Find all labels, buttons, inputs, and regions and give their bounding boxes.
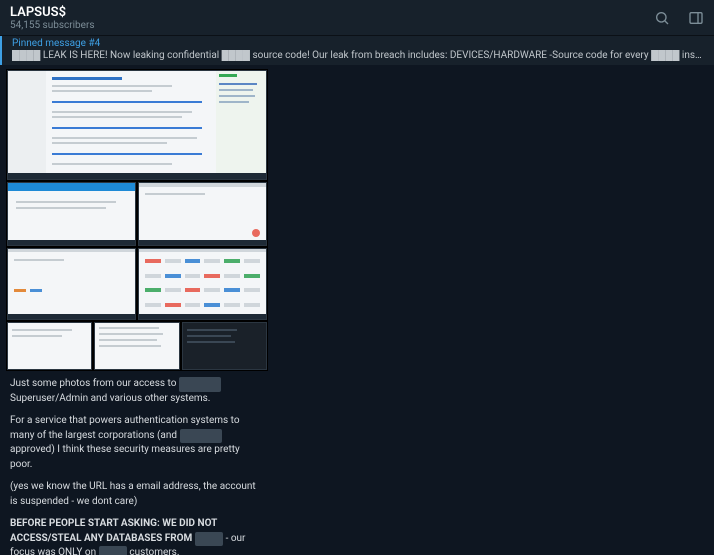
header-actions <box>654 10 704 26</box>
message-body: Just some photos from our access to ████… <box>6 371 268 555</box>
screenshot-thumbnail[interactable] <box>7 248 136 320</box>
header-title-block[interactable]: LAPSUS$ 54,155 subscribers <box>10 5 654 31</box>
subscriber-count: 54,155 subscribers <box>10 20 654 31</box>
media-gallery <box>6 69 268 371</box>
message-paragraph: For a service that powers authentication… <box>10 414 264 472</box>
search-icon[interactable] <box>654 10 670 26</box>
screenshot-thumbnail[interactable] <box>182 322 267 370</box>
screenshot-thumbnail[interactable] <box>138 248 267 320</box>
screenshot-thumbnail[interactable] <box>138 182 267 246</box>
pinned-message[interactable]: Pinned message #4 ████ LEAK IS HERE! Now… <box>0 36 714 65</box>
screenshot-thumbnail[interactable] <box>94 322 179 370</box>
screenshot-thumbnail[interactable] <box>7 182 136 246</box>
sidebar-toggle-icon[interactable] <box>688 10 704 26</box>
chat-header: LAPSUS$ 54,155 subscribers <box>0 0 714 36</box>
pinned-text: ████ LEAK IS HERE! Now leaking confident… <box>12 50 704 61</box>
message-paragraph: (yes we know the URL has a email address… <box>10 480 264 509</box>
channel-title: LAPSUS$ <box>10 5 654 20</box>
message-paragraph: Just some photos from our access to ████… <box>10 377 264 406</box>
screenshot-thumbnail[interactable] <box>7 70 267 180</box>
screenshot-thumbnail[interactable] <box>7 322 92 370</box>
pinned-label: Pinned message #4 <box>12 38 704 49</box>
message-paragraph: BEFORE PEOPLE START ASKING: WE DID NOT A… <box>10 517 264 555</box>
chat-body[interactable]: Just some photos from our access to ████… <box>0 65 714 555</box>
